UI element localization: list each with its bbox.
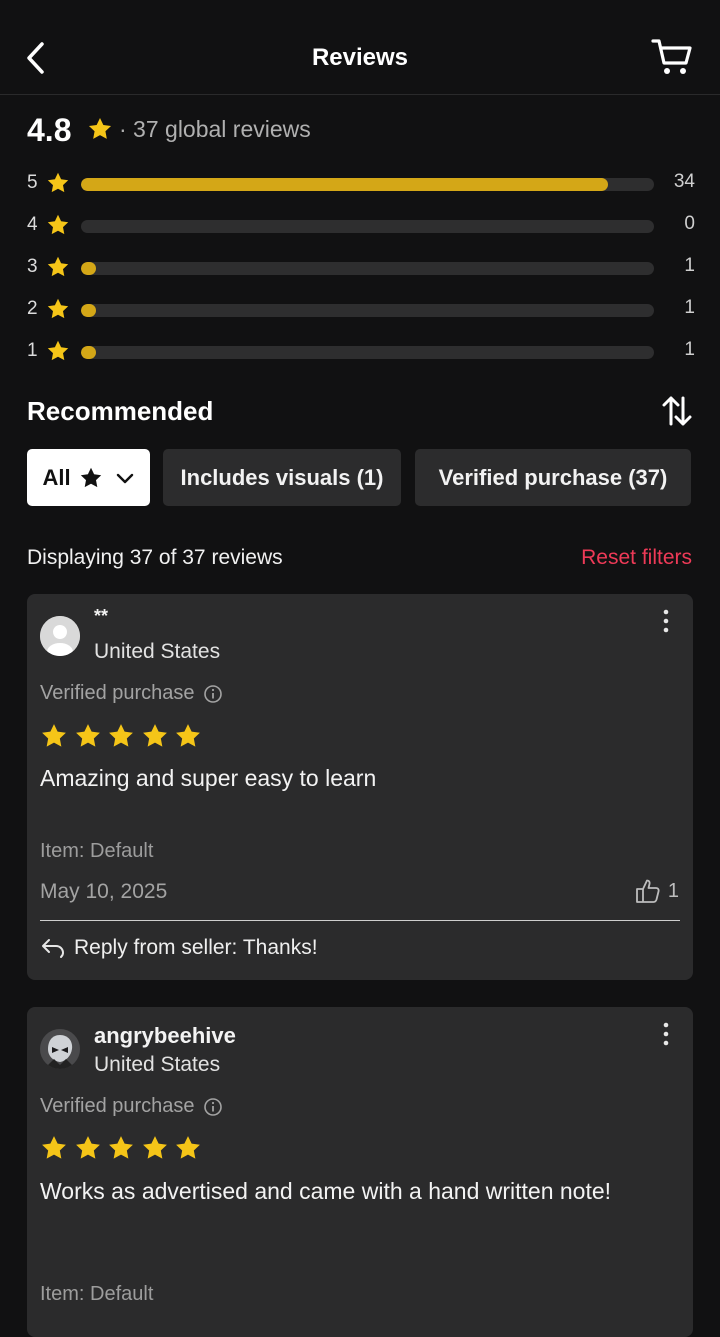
sort-title: Recommended xyxy=(27,396,214,426)
verified-label: Verified purchase xyxy=(40,682,195,704)
rating-row-5: 5 34 xyxy=(27,168,697,210)
rating-row-1: 11 xyxy=(27,336,697,378)
seller-reply-text: Reply from seller: Thanks! xyxy=(74,936,318,959)
star-icon xyxy=(47,298,69,319)
star-icon xyxy=(75,1136,100,1159)
page-title: Reviews xyxy=(311,44,409,71)
star-icon xyxy=(142,724,167,747)
chevron-down-icon xyxy=(116,473,133,483)
thumbs-up-icon xyxy=(635,879,660,903)
star-icon xyxy=(109,1136,133,1159)
more-vertical-icon xyxy=(663,1022,669,1046)
review-count: · 37 global reviews xyxy=(119,116,311,142)
average-rating: 4.8 xyxy=(27,112,72,148)
filter-visuals-label: Includes visuals (1) xyxy=(180,464,384,490)
star-icon xyxy=(176,1136,200,1159)
review-card: *‌* United States Verified purchase Amaz… xyxy=(27,594,693,980)
star-icon xyxy=(42,724,66,747)
avatar xyxy=(40,616,80,656)
star-rating xyxy=(40,1134,208,1162)
rating-row-3: 31 xyxy=(27,252,697,294)
rating-bar-track xyxy=(81,262,654,275)
rating-bar-fill xyxy=(81,262,97,275)
divider xyxy=(40,920,680,921)
filter-visuals-chip[interactable]: Includes visuals (1) xyxy=(163,449,401,506)
rating-row-label: 2 xyxy=(27,298,38,319)
filter-verified-chip[interactable]: Verified purchase (37) xyxy=(415,449,691,506)
star-icon xyxy=(80,467,101,487)
rating-row-count: 0 xyxy=(684,213,695,234)
review-username: *‌* xyxy=(94,606,109,626)
reset-filters-link[interactable]: Reset filters xyxy=(581,546,692,570)
review-date: May 10, 2025 xyxy=(40,880,168,903)
review-card: angrybeehive United States Verified purc… xyxy=(27,1007,693,1337)
info-icon[interactable] xyxy=(203,1097,223,1117)
star-icon xyxy=(176,724,200,747)
rating-row-2: 21 xyxy=(27,294,697,336)
rating-row-count: 1 xyxy=(684,339,695,360)
rating-bar-track xyxy=(81,304,654,317)
verified-badge: Verified purchase xyxy=(40,1095,223,1118)
review-location: United States xyxy=(94,640,221,663)
star-icon xyxy=(88,117,112,139)
rating-bar-fill xyxy=(81,304,97,317)
review-location: United States xyxy=(94,1053,221,1076)
rating-summary: 4.8 · 37 global reviews xyxy=(27,110,697,150)
more-options-button[interactable] xyxy=(659,607,673,635)
rating-row-label: 1 xyxy=(27,340,38,361)
rating-row-count: 34 xyxy=(673,171,695,192)
results-count-text: Displaying 37 of 37 reviews xyxy=(27,546,283,569)
more-vertical-icon xyxy=(663,609,669,633)
review-item: Item: Default xyxy=(40,840,154,862)
rating-bar-track xyxy=(81,346,654,359)
filter-verified-label: Verified purchase (37) xyxy=(438,464,668,490)
avatar xyxy=(40,1029,80,1069)
rating-row-count: 1 xyxy=(684,255,695,276)
verified-badge: Verified purchase xyxy=(40,682,223,705)
like-count: 1 xyxy=(667,879,679,902)
rating-row-label: 4 xyxy=(27,214,38,235)
review-text: Amazing and super easy to learn xyxy=(40,765,377,791)
rating-row-label: 3 xyxy=(27,256,38,277)
top-bar: Reviews xyxy=(0,0,720,95)
star-icon xyxy=(109,724,133,747)
review-item: Item: Default xyxy=(40,1283,154,1305)
star-rating xyxy=(40,722,208,750)
seller-reply: Reply from seller: Thanks! xyxy=(40,936,318,960)
rating-bar-track xyxy=(81,220,654,233)
review-text: Works as advertised and came with a hand… xyxy=(40,1178,612,1204)
filter-all-label: All xyxy=(42,464,71,490)
star-icon xyxy=(47,340,69,361)
sort-button[interactable] xyxy=(660,394,694,428)
info-icon[interactable] xyxy=(203,684,223,704)
review-username: angrybeehive xyxy=(94,1023,236,1048)
reply-icon xyxy=(42,939,64,958)
rating-bar-fill xyxy=(81,178,608,191)
star-icon xyxy=(75,724,100,747)
star-icon xyxy=(42,1136,66,1159)
cart-button[interactable] xyxy=(650,36,694,80)
rating-bar-fill xyxy=(81,346,97,359)
star-icon xyxy=(142,1136,167,1159)
verified-label: Verified purchase xyxy=(40,1095,195,1117)
sort-arrows-icon xyxy=(662,396,692,426)
filter-all-chip[interactable]: All xyxy=(27,449,150,506)
rating-distribution: 5 34 4 0 3 1 2 1 1 1 xyxy=(27,168,697,378)
rating-row-4: 40 xyxy=(27,210,697,252)
star-icon xyxy=(47,214,69,235)
rating-row-label: 5 xyxy=(27,172,38,193)
user-photo-avatar-icon xyxy=(40,1029,80,1069)
default-avatar-icon xyxy=(40,616,80,656)
cart-icon xyxy=(651,39,692,74)
more-options-button[interactable] xyxy=(659,1020,673,1048)
rating-bar-track xyxy=(81,178,654,191)
rating-row-count: 1 xyxy=(684,297,695,318)
like-button[interactable]: 1 xyxy=(634,877,679,905)
star-icon xyxy=(47,256,69,277)
star-icon xyxy=(47,172,69,193)
